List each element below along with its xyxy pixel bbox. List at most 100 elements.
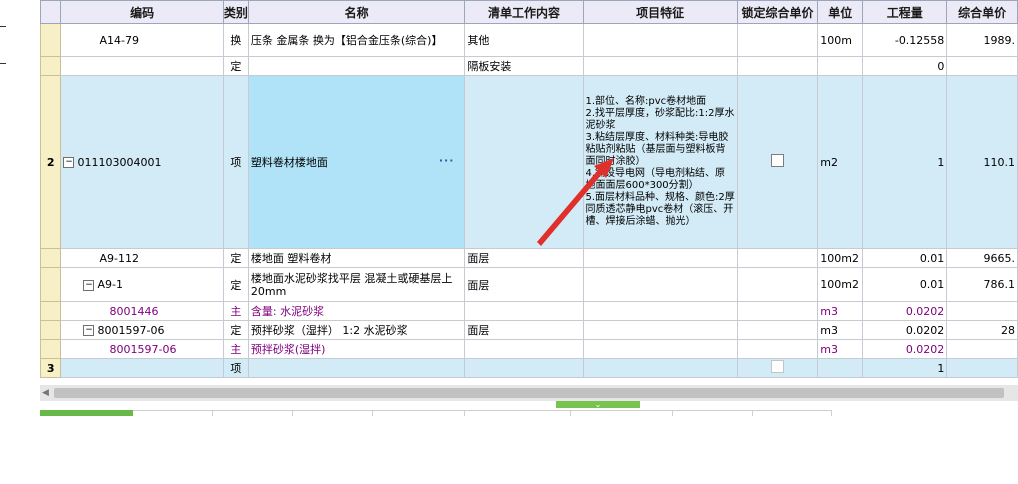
- scrollbar-thumb[interactable]: [54, 388, 1004, 398]
- lock-cell[interactable]: [736, 75, 819, 249]
- header-lock-price[interactable]: 锁定综合单价: [736, 0, 819, 24]
- lock-cell[interactable]: [736, 320, 819, 340]
- type-cell[interactable]: 定: [222, 56, 249, 76]
- type-cell[interactable]: 项: [222, 358, 249, 378]
- code-cell[interactable]: −011103004001: [60, 75, 224, 249]
- unit-cell[interactable]: [817, 358, 864, 378]
- name-cell[interactable]: 楼地面 塑料卷材: [247, 248, 466, 268]
- name-cell[interactable]: 预拌砂浆（湿拌） 1:2 水泥砂浆: [247, 320, 466, 340]
- bottom-tab[interactable]: [293, 410, 373, 416]
- price-cell[interactable]: 1989.: [946, 23, 1018, 57]
- name-cell[interactable]: 含量: 水泥砂浆: [247, 301, 466, 321]
- unit-cell[interactable]: 100m2: [817, 267, 864, 302]
- code-cell[interactable]: [60, 358, 224, 378]
- collapse-icon[interactable]: −: [83, 279, 95, 291]
- feature-cell[interactable]: [582, 23, 738, 57]
- price-cell[interactable]: 110.1: [946, 75, 1018, 249]
- type-cell[interactable]: 定: [222, 267, 249, 302]
- bottom-tab[interactable]: [373, 410, 465, 416]
- lock-price-checkbox[interactable]: [771, 154, 785, 167]
- unit-cell[interactable]: 100m: [817, 23, 864, 57]
- price-cell[interactable]: [946, 339, 1018, 359]
- feature-cell[interactable]: [582, 248, 738, 268]
- type-cell[interactable]: 项: [222, 75, 249, 249]
- name-cell[interactable]: [247, 358, 466, 378]
- code-cell[interactable]: − A9-1: [60, 267, 224, 302]
- unit-cell[interactable]: m3: [817, 301, 864, 321]
- lock-cell[interactable]: [736, 339, 819, 359]
- work-cell[interactable]: [464, 358, 584, 378]
- unit-cell[interactable]: m3: [817, 320, 864, 340]
- lock-cell[interactable]: [736, 267, 819, 302]
- ellipsis-icon[interactable]: ···: [439, 154, 455, 167]
- name-cell[interactable]: 楼地面水泥砂浆找平层 混凝土或硬基层上 20mm: [247, 267, 466, 302]
- collapse-icon[interactable]: −: [63, 157, 75, 168]
- price-cell[interactable]: 9665.: [946, 248, 1018, 268]
- header-code[interactable]: 编码: [60, 0, 224, 24]
- type-cell[interactable]: 主: [222, 339, 249, 359]
- price-cell[interactable]: [946, 358, 1018, 378]
- lock-price-checkbox[interactable]: [771, 360, 785, 373]
- double-chevron-down-icon[interactable]: ⌄: [595, 400, 602, 409]
- quantity-cell[interactable]: 1: [862, 75, 948, 249]
- work-cell[interactable]: 面层: [464, 320, 584, 340]
- header-quantity[interactable]: 工程量: [862, 0, 948, 24]
- bottom-tab[interactable]: [673, 410, 753, 416]
- work-cell[interactable]: [464, 339, 584, 359]
- unit-cell[interactable]: m3: [817, 339, 864, 359]
- lock-cell[interactable]: [736, 248, 819, 268]
- table-row[interactable]: 3 项 1: [39, 358, 1018, 378]
- bottom-tab[interactable]: [571, 410, 673, 416]
- feature-cell[interactable]: [582, 339, 738, 359]
- quantity-cell[interactable]: 0.0202: [862, 301, 948, 321]
- name-cell[interactable]: 压条 金属条 换为【铝合金压条(综合)】: [247, 23, 466, 57]
- price-cell[interactable]: [946, 56, 1018, 76]
- feature-cell[interactable]: [582, 267, 738, 302]
- feature-cell[interactable]: [582, 301, 738, 321]
- code-cell[interactable]: −8001597-06: [60, 320, 224, 340]
- table-row[interactable]: 8001597-06 主 预拌砂浆(湿拌) m3 0.0202: [39, 339, 1018, 359]
- name-cell-active[interactable]: ··· 塑料卷材楼地面: [247, 75, 466, 249]
- table-row[interactable]: − A9-1 定 楼地面水泥砂浆找平层 混凝土或硬基层上 20mm 面层 100m…: [39, 267, 1018, 302]
- type-cell[interactable]: 主: [222, 301, 249, 321]
- header-work-content[interactable]: 清单工作内容: [464, 0, 584, 24]
- work-cell[interactable]: 面层: [464, 267, 584, 302]
- header-name[interactable]: 名称: [247, 0, 466, 24]
- type-cell[interactable]: 定: [222, 248, 249, 268]
- code-cell[interactable]: [60, 56, 224, 76]
- name-cell[interactable]: 预拌砂浆(湿拌): [247, 339, 466, 359]
- quantity-cell[interactable]: 0.0202: [862, 339, 948, 359]
- work-cell[interactable]: 隔板安装: [464, 56, 584, 76]
- quantity-cell[interactable]: 1: [862, 358, 948, 378]
- collapse-icon[interactable]: −: [83, 325, 95, 336]
- lock-cell[interactable]: [736, 301, 819, 321]
- table-row[interactable]: A14-79 换 压条 金属条 换为【铝合金压条(综合)】 其他 100m -0…: [39, 23, 1018, 57]
- header-feature[interactable]: 项目特征: [582, 0, 738, 24]
- lock-cell[interactable]: [736, 358, 819, 378]
- scroll-left-icon[interactable]: ◀: [42, 388, 49, 398]
- unit-cell[interactable]: 100m2: [817, 248, 864, 268]
- type-cell[interactable]: 定: [222, 320, 249, 340]
- lock-cell[interactable]: [736, 56, 819, 76]
- quantity-cell[interactable]: 0.01: [862, 248, 948, 268]
- price-cell[interactable]: 786.1: [946, 267, 1018, 302]
- table-row[interactable]: 定 隔板安装 0: [39, 56, 1018, 76]
- lock-cell[interactable]: [736, 23, 819, 57]
- feature-cell[interactable]: [582, 320, 738, 340]
- unit-cell[interactable]: [817, 56, 864, 76]
- table-row[interactable]: 8001446 主 含量: 水泥砂浆 m3 0.0202: [39, 301, 1018, 321]
- table-row[interactable]: A9-112 定 楼地面 塑料卷材 面层 100m2 0.01 9665.: [39, 248, 1018, 268]
- feature-cell[interactable]: [582, 56, 738, 76]
- price-cell[interactable]: 28: [946, 320, 1018, 340]
- work-cell[interactable]: 面层: [464, 248, 584, 268]
- work-cell[interactable]: [464, 301, 584, 321]
- horizontal-scrollbar[interactable]: ◀: [40, 385, 1018, 401]
- work-cell[interactable]: 其他: [464, 23, 584, 57]
- bottom-tab[interactable]: [40, 410, 133, 416]
- panel-splitter[interactable]: ⌄: [556, 400, 640, 409]
- header-unit-price[interactable]: 综合单价: [946, 0, 1018, 24]
- unit-cell[interactable]: m2: [817, 75, 864, 249]
- quantity-cell[interactable]: 0: [862, 56, 948, 76]
- feature-cell[interactable]: [582, 358, 738, 378]
- header-type[interactable]: 类别: [222, 0, 249, 24]
